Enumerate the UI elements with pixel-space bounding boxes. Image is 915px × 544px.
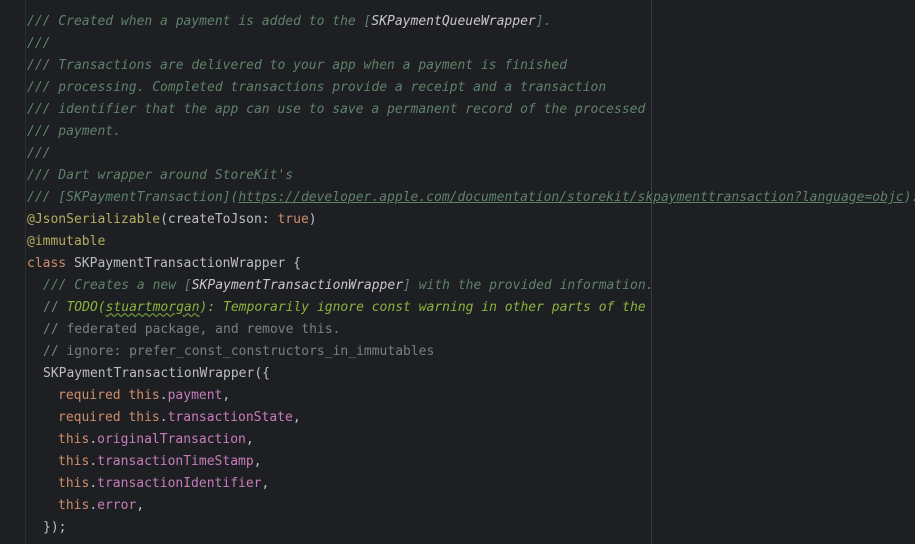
comment: // federated package, and remove this. [43, 322, 341, 337]
annotation: @JsonSerializable [27, 212, 161, 227]
code-line-21: this.transactionTimeStamp, [58, 454, 262, 469]
doc-comment: /// [27, 146, 51, 161]
code-line-12: class SKPaymentTransactionWrapper { [27, 253, 915, 275]
doc-comment: /// [SKPaymentTransaction]( [27, 190, 239, 205]
code-line-10: @JsonSerializable(createToJson: true) [27, 209, 915, 231]
code-line-1: /// Created when a payment is added to t… [27, 11, 915, 33]
keyword-this: this [128, 410, 160, 425]
doc-comment: /// payment. [27, 124, 121, 139]
code-line-6: /// payment. [27, 121, 915, 143]
code-line-22: this.transactionIdentifier, [58, 476, 270, 491]
doc-comment: ] with the provided information. [403, 278, 654, 293]
paren: ) [308, 212, 317, 227]
keyword-this: this [58, 432, 90, 447]
todo-author: stuartmorgan [105, 300, 200, 315]
doc-url-link[interactable]: https://developer.apple.com/documentatio… [238, 190, 903, 205]
doc-reference[interactable]: SKPaymentTransactionWrapper [192, 278, 403, 293]
class-name: SKPaymentTransactionWrapper { [66, 256, 301, 271]
code-line-3: /// Transactions are delivered to your a… [27, 55, 915, 77]
code-line-23: this.error, [58, 498, 145, 513]
code-line-5: /// identifier that the app can use to s… [27, 99, 915, 121]
keyword-class: class [27, 256, 67, 271]
code-line-20: this.originalTransaction, [58, 432, 254, 447]
doc-comment: ]. [535, 14, 552, 29]
field-name: originalTransaction [97, 432, 246, 447]
code-line-15: // federated package, and remove this. [27, 319, 915, 341]
code-area[interactable]: /// Created when a payment is added to t… [27, 11, 915, 539]
constructor: SKPaymentTransactionWrapper({ [43, 366, 270, 381]
field-name: transactionState [167, 410, 293, 425]
comment: // ignore: prefer_const_constructors_in_… [43, 344, 435, 359]
todo-marker: TODO( [66, 300, 106, 315]
doc-comment: /// identifier that the app can use to s… [27, 102, 646, 117]
doc-comment: /// Created when a payment is added to t… [27, 14, 372, 29]
field-name: transactionIdentifier [97, 476, 262, 491]
code-line-13: /// Creates a new [SKPaymentTransactionW… [27, 275, 915, 297]
field-name: transactionTimeStamp [97, 454, 254, 469]
code-line-8: /// Dart wrapper around StoreKit's [27, 165, 915, 187]
keyword-true: true [277, 212, 309, 227]
annotation-args: (createToJson: [160, 212, 278, 227]
keyword-this: this [58, 498, 90, 513]
annotation: @immutable [27, 234, 106, 249]
code-line-16: // ignore: prefer_const_constructors_in_… [27, 341, 915, 363]
comment: // [43, 300, 67, 315]
doc-comment: /// [27, 36, 51, 51]
keyword-required: required [58, 410, 121, 425]
code-editor[interactable]: /// Created when a payment is added to t… [0, 0, 915, 544]
code-line-14: // TODO(stuartmorgan): Temporarily ignor… [27, 297, 915, 319]
closing-brace: }); [43, 520, 67, 535]
doc-comment: /// Creates a new [ [43, 278, 192, 293]
gutter-divider [25, 0, 26, 544]
doc-comment: /// Transactions are delivered to your a… [27, 58, 568, 73]
doc-reference[interactable]: SKPaymentQueueWrapper [371, 14, 535, 29]
code-line-9: /// [SKPaymentTransaction](https://devel… [27, 187, 915, 209]
field-name: payment [167, 388, 223, 403]
doc-comment: /// processing. Completed transactions p… [27, 80, 607, 95]
code-line-17: SKPaymentTransactionWrapper({ [27, 363, 915, 385]
code-line-24: }); [27, 517, 915, 539]
todo-text: ): Temporarily ignore const warning in o… [199, 300, 646, 315]
doc-comment: ). [903, 190, 915, 205]
keyword-this: this [58, 476, 90, 491]
code-line-18: required this.payment, [58, 388, 231, 403]
code-line-4: /// processing. Completed transactions p… [27, 77, 915, 99]
code-line-7: /// [27, 143, 915, 165]
keyword-required: required [58, 388, 121, 403]
field-name: error [97, 498, 137, 513]
keyword-this: this [58, 454, 90, 469]
doc-comment: /// Dart wrapper around StoreKit's [27, 168, 294, 183]
code-line-19: required this.transactionState, [58, 410, 301, 425]
keyword-this: this [128, 388, 160, 403]
code-line-11: @immutable [27, 231, 915, 253]
code-line-2: /// [27, 33, 915, 55]
